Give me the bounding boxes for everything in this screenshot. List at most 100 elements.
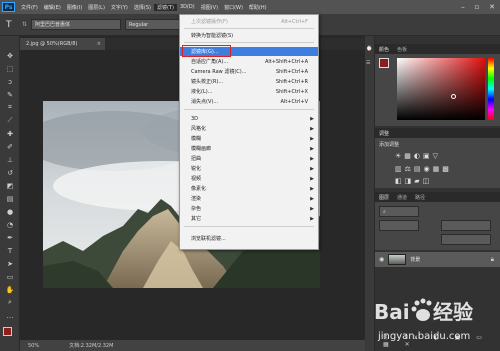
- gradient-tool-icon[interactable]: ▤: [4, 193, 16, 204]
- history-icon[interactable]: ⌚: [366, 46, 374, 54]
- lock-icon[interactable]: 🔒︎: [491, 256, 494, 264]
- layer-filter-select[interactable]: ⌕: [379, 206, 419, 217]
- submenu-arrow-icon: ▶: [310, 125, 314, 132]
- menu-item-camera-raw[interactable]: Camera Raw 滤镜(C)... Shift+Ctrl+A: [180, 67, 318, 76]
- type-tool-icon[interactable]: T: [6, 20, 18, 30]
- tab-channels[interactable]: 通道: [397, 194, 407, 201]
- menu-item-video[interactable]: 视频 ▶: [180, 174, 318, 183]
- menu-item-label: 转换为智能滤镜(S): [191, 33, 234, 39]
- menu-item-distort[interactable]: 扭曲 ▶: [180, 154, 318, 163]
- menu-item-liquify[interactable]: 液化(L)... Shift+Ctrl+X: [180, 87, 318, 96]
- shape-tool-icon[interactable]: ▭: [4, 271, 16, 282]
- clone-stamp-icon[interactable]: ⊥: [4, 154, 16, 165]
- menu-item-stylize[interactable]: 风格化 ▶: [180, 124, 318, 133]
- foreground-color-chip[interactable]: [379, 58, 389, 68]
- menu-layer[interactable]: 图层(L): [85, 4, 108, 11]
- blur-tool-icon[interactable]: ●: [4, 206, 16, 217]
- svg-text:Bai: Bai: [374, 300, 410, 324]
- tab-paths[interactable]: 路径: [415, 194, 425, 201]
- menu-item-sharpen[interactable]: 锐化 ▶: [180, 164, 318, 173]
- menu-filter[interactable]: 滤镜(T): [153, 3, 177, 11]
- menu-item-other[interactable]: 其它 ▶: [180, 214, 318, 223]
- close-tab-icon[interactable]: ×: [97, 41, 101, 47]
- tab-layers[interactable]: 图层: [379, 194, 389, 201]
- menu-select[interactable]: 选择(S): [131, 4, 154, 11]
- hand-tool-icon[interactable]: ✋: [4, 284, 16, 295]
- layer-row-background[interactable]: ◉ 背景 🔒︎: [375, 252, 500, 267]
- dodge-tool-icon[interactable]: ◔: [4, 219, 16, 230]
- menu-3d[interactable]: 3D(D): [177, 4, 198, 10]
- menu-image[interactable]: 图像(I): [64, 4, 85, 11]
- menu-item-shortcut: Shift+Ctrl+X: [275, 88, 308, 95]
- maximize-icon[interactable]: ▫: [470, 0, 484, 14]
- menu-item-pixelate[interactable]: 像素化 ▶: [180, 184, 318, 193]
- menu-item-render[interactable]: 渲染 ▶: [180, 194, 318, 203]
- healing-brush-icon[interactable]: ✚: [4, 128, 16, 139]
- adjustment-icons-row-3[interactable]: ◧◨▰◫: [395, 177, 432, 185]
- opacity-field[interactable]: [441, 220, 491, 231]
- menu-item-vanishing-point[interactable]: 消失点(V)... Alt+Ctrl+V: [180, 97, 318, 106]
- tab-swatches[interactable]: 色板: [397, 46, 407, 53]
- tab-color[interactable]: 颜色: [379, 46, 389, 53]
- hue-slider[interactable]: [488, 58, 494, 120]
- font-family-select[interactable]: 阿里巴巴普惠体: [31, 19, 122, 30]
- font-style-select[interactable]: Regular: [125, 19, 186, 30]
- menu-item-blur-gallery[interactable]: 模糊画廊 ▶: [180, 144, 318, 153]
- eyedropper-icon[interactable]: ⟋: [4, 115, 16, 126]
- marquee-tool-icon[interactable]: ⬚: [4, 63, 16, 74]
- menu-item-shortcut: Shift+Ctrl+R: [275, 78, 308, 85]
- text-tool-icon[interactable]: T: [4, 245, 16, 256]
- move-tool-icon[interactable]: ✥: [4, 50, 16, 61]
- baidu-watermark: Bai 经验 jingyan.baidu.com: [370, 293, 498, 349]
- brush-tool-icon[interactable]: ✐: [4, 141, 16, 152]
- crop-tool-icon[interactable]: ⌗: [4, 102, 16, 113]
- pen-tool-icon[interactable]: ✒: [4, 232, 16, 243]
- menu-view[interactable]: 视图(V): [198, 4, 221, 11]
- minimize-icon[interactable]: –: [456, 0, 470, 14]
- menu-file[interactable]: 文件(F): [18, 4, 41, 11]
- adjustment-icons-row-1[interactable]: ☀▦◐▣▽: [395, 152, 441, 160]
- menu-item-lens-correction[interactable]: 镜头校正(R)... Shift+Ctrl+R: [180, 77, 318, 86]
- zoom-level[interactable]: 50%: [28, 343, 39, 349]
- document-tab[interactable]: 2.jpg @ 50%(RGB/8) ×: [20, 38, 105, 50]
- visibility-eye-icon[interactable]: ◉: [379, 256, 384, 263]
- menu-item-3d[interactable]: 3D ▶: [180, 114, 318, 123]
- quick-select-icon[interactable]: ✎: [4, 89, 16, 100]
- zoom-tool-icon[interactable]: ⌕: [4, 297, 16, 308]
- menu-window[interactable]: 窗口(W): [221, 4, 246, 11]
- properties-icon[interactable]: ☰: [366, 60, 374, 68]
- menu-type[interactable]: 文字(Y): [108, 4, 131, 11]
- submenu-arrow-icon: ▶: [310, 135, 314, 142]
- orientation-icon[interactable]: ⇅: [22, 21, 27, 28]
- menu-item-label: 上次滤镜操作(F): [191, 19, 228, 25]
- menu-item-browse-online[interactable]: 浏览联机滤镜...: [180, 234, 318, 243]
- more-tools-icon[interactable]: …: [4, 310, 16, 321]
- color-picker-cursor[interactable]: [451, 94, 456, 99]
- foreground-color-swatch[interactable]: [3, 327, 12, 336]
- history-brush-icon[interactable]: ↺: [4, 167, 16, 178]
- submenu-arrow-icon: ▶: [310, 195, 314, 202]
- menu-item-label: 其它: [191, 216, 202, 222]
- menu-item-noise[interactable]: 杂色 ▶: [180, 204, 318, 213]
- adjustment-icons-row-2[interactable]: ▥⚖▤◉▦▩: [395, 165, 452, 173]
- close-icon[interactable]: ✕: [485, 0, 499, 14]
- menu-edit[interactable]: 编辑(E): [41, 4, 64, 11]
- path-select-icon[interactable]: ➤: [4, 258, 16, 269]
- annotation-highlight-box: [182, 45, 231, 57]
- photoshop-logo: Ps: [2, 2, 15, 12]
- eraser-icon[interactable]: ◩: [4, 180, 16, 191]
- fill-field[interactable]: [441, 234, 491, 245]
- menu-help[interactable]: 帮助(H): [246, 4, 270, 11]
- menu-item-label: 液化(L)...: [191, 89, 213, 95]
- menu-item-blur[interactable]: 模糊 ▶: [180, 134, 318, 143]
- menu-item-last-filter[interactable]: 上次滤镜操作(F) Alt+Ctrl+F: [180, 17, 318, 26]
- submenu-arrow-icon: ▶: [310, 185, 314, 192]
- color-panel: [375, 54, 500, 126]
- blend-mode-select[interactable]: [379, 220, 419, 231]
- lasso-tool-icon[interactable]: ↄ: [4, 76, 16, 87]
- menu-item-adaptive-wide-angle[interactable]: 自适应广角(A)... Alt+Shift+Ctrl+A: [180, 57, 318, 66]
- tab-adjustments[interactable]: 调整: [379, 130, 389, 137]
- color-picker-field[interactable]: [397, 58, 485, 120]
- menu-item-convert-smart-filter[interactable]: 转换为智能滤镜(S): [180, 31, 318, 40]
- submenu-arrow-icon: ▶: [310, 155, 314, 162]
